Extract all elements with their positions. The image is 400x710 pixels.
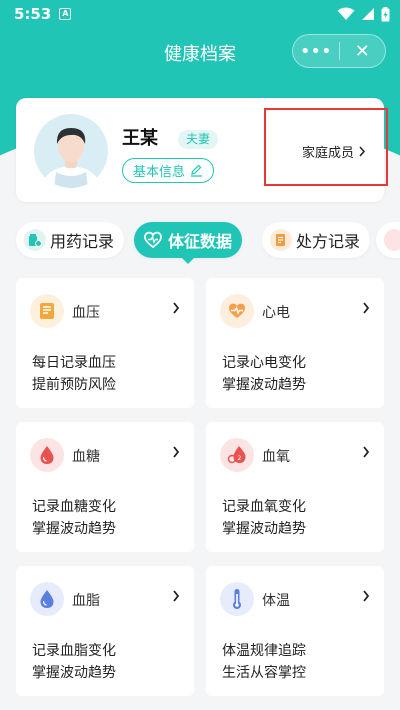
card-description: 记录血氧变化 掌握波动趋势	[222, 496, 306, 540]
chevron-right-icon	[363, 590, 370, 602]
card-desc-line: 记录血氧变化	[222, 499, 306, 515]
card-desc-line: 记录血脂变化	[32, 643, 116, 659]
card-blood-sugar[interactable]: 血糖 记录血糖变化 掌握波动趋势	[16, 422, 194, 552]
card-description: 记录血糖变化 掌握波动趋势	[32, 496, 116, 540]
card-title: 体温	[262, 593, 290, 609]
chevron-right-icon	[363, 446, 370, 458]
highlight-box: 家庭成员	[264, 108, 388, 186]
title-bar: 健康档案 ••• ✕	[0, 32, 400, 72]
card-desc-line: 记录血糖变化	[32, 499, 116, 515]
thermometer-icon	[220, 582, 254, 616]
card-desc-line: 掌握波动趋势	[222, 521, 306, 537]
blood-sugar-icon	[30, 438, 64, 472]
blood-pressure-icon	[30, 294, 64, 328]
category-tabs: 用药记录 体征数据 处方记录	[0, 222, 400, 264]
tab-prescription[interactable]: 处方记录	[262, 222, 371, 258]
chevron-right-icon	[359, 146, 366, 157]
family-members-link[interactable]: 家庭成员	[302, 142, 366, 161]
card-description: 体温规律追踪 生活从容掌控	[222, 640, 306, 684]
tab-label: 用药记录	[50, 232, 115, 251]
medicine-icon	[24, 229, 46, 251]
card-title: 血压	[72, 305, 100, 321]
tab-label: 处方记录	[296, 232, 361, 251]
card-ecg[interactable]: 心电 记录心电变化 掌握波动趋势	[206, 278, 384, 408]
card-title: 心电	[262, 305, 290, 321]
card-temperature[interactable]: 体温 体温规律追踪 生活从容掌控	[206, 566, 384, 696]
chevron-right-icon	[173, 446, 180, 458]
card-blood-oxygen[interactable]: 2 血氧 记录血氧变化 掌握波动趋势	[206, 422, 384, 552]
card-desc-line: 掌握波动趋势	[32, 521, 116, 537]
profile-card: 王某 夫妻 基本信息 家庭成员	[16, 98, 388, 202]
app-notification-icon: A	[59, 8, 72, 20]
blood-lipid-icon	[30, 582, 64, 616]
card-desc-line: 每日记录血压	[32, 355, 116, 371]
card-title: 血脂	[72, 593, 100, 609]
card-description: 每日记录血压 提前预防风险	[32, 352, 116, 396]
card-desc-line: 掌握波动趋势	[32, 665, 116, 681]
wifi-icon	[337, 7, 355, 20]
chevron-right-icon	[173, 302, 180, 314]
edit-icon	[191, 164, 203, 177]
card-description: 记录心电变化 掌握波动趋势	[222, 352, 306, 396]
ecg-icon	[220, 294, 254, 328]
signal-icon	[362, 8, 374, 20]
tab-vital-signs[interactable]: 体征数据	[134, 222, 243, 264]
person-avatar-icon	[42, 128, 100, 188]
heart-pulse-icon	[142, 229, 164, 251]
card-title: 血氧	[262, 449, 290, 465]
prescription-icon	[270, 229, 292, 251]
family-members-label: 家庭成员	[302, 146, 355, 161]
battery-icon	[381, 6, 390, 21]
card-blood-pressure[interactable]: 血压 每日记录血压 提前预防风险	[16, 278, 194, 408]
user-name: 王某	[122, 128, 158, 149]
basic-info-label: 基本信息	[133, 165, 186, 180]
card-description: 记录血脂变化 掌握波动趋势	[32, 640, 116, 684]
svg-text:2: 2	[238, 455, 242, 462]
card-title: 血糖	[72, 449, 100, 465]
close-button[interactable]: ✕	[340, 35, 386, 67]
relation-badge: 夫妻	[178, 130, 219, 149]
basic-info-button[interactable]: 基本信息	[122, 158, 215, 183]
card-desc-line: 掌握波动趋势	[222, 377, 306, 393]
card-blood-lipid[interactable]: 血脂 记录血脂变化 掌握波动趋势	[16, 566, 194, 696]
more-button[interactable]: •••	[293, 35, 339, 67]
card-desc-line: 体温规律追踪	[222, 643, 306, 659]
tab-more-partial[interactable]	[376, 222, 400, 258]
card-desc-line: 提前预防风险	[32, 377, 116, 393]
chevron-right-icon	[173, 590, 180, 602]
blood-oxygen-icon: 2	[220, 438, 254, 472]
status-time: 5:53	[14, 5, 52, 23]
mini-program-capsule: ••• ✕	[292, 34, 386, 68]
chevron-right-icon	[363, 302, 370, 314]
card-desc-line: 记录心电变化	[222, 355, 306, 371]
avatar[interactable]	[34, 114, 108, 188]
card-desc-line: 生活从容掌控	[222, 665, 306, 681]
tab-medication[interactable]: 用药记录	[16, 222, 125, 258]
status-bar: 5:53 A	[0, 0, 400, 28]
tab-label: 体征数据	[168, 232, 233, 251]
record-icon	[384, 229, 400, 251]
